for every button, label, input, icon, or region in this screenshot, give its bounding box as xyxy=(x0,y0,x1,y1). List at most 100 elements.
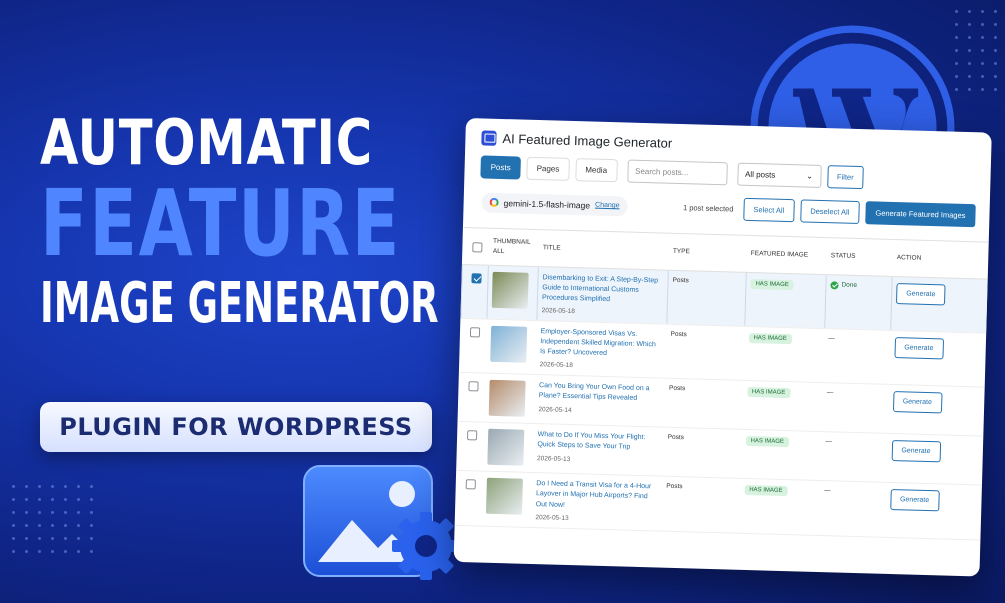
headline: AUTOMATIC FEATURE IMAGE GENERATOR xyxy=(40,112,440,332)
column-type: TYPE xyxy=(668,233,748,272)
post-title-link[interactable]: What to Do If You Miss Your Flight: Quic… xyxy=(537,430,660,454)
post-thumbnail xyxy=(488,380,526,418)
decorative-dot xyxy=(25,537,28,540)
decorative-dot xyxy=(968,23,971,26)
post-title-link[interactable]: Disembarking to Exit: A Step-By-Step Gui… xyxy=(542,273,664,307)
post-date: 2026-05-18 xyxy=(541,307,575,316)
post-title-link[interactable]: Employer-Sponsored Visas Vs. Independent… xyxy=(540,327,663,361)
select-all-button[interactable]: Select All xyxy=(743,197,795,223)
column-thumbnail: THUMBNAIL xyxy=(492,237,531,246)
decorative-dot xyxy=(77,498,80,501)
column-all: ALL xyxy=(492,247,505,255)
model-chip: gemini-1.5-flash-image Change xyxy=(481,191,628,217)
status-text: — xyxy=(828,335,836,343)
headline-line-2: FEATURE xyxy=(40,170,401,277)
post-title-link[interactable]: Do I Need a Transit Visa for a 4-Hour La… xyxy=(536,479,659,513)
plugin-pill: PLUGIN FOR WORDPRESS xyxy=(40,402,432,452)
column-title: TITLE xyxy=(538,229,670,270)
plugin-title: AI Featured Image Generator xyxy=(502,131,673,151)
featured-image-badge: HAS IMAGE xyxy=(744,485,788,497)
decorative-dot xyxy=(12,498,15,501)
post-filter-select[interactable]: All posts ⌄ xyxy=(736,162,822,188)
decorative-dot xyxy=(968,49,971,52)
row-checkbox[interactable] xyxy=(469,327,480,338)
decorative-dot xyxy=(38,498,41,501)
tab-posts[interactable]: Posts xyxy=(480,155,521,180)
decorative-dot xyxy=(994,88,997,91)
post-thumbnail xyxy=(485,478,523,516)
decorative-dot xyxy=(981,62,984,65)
decorative-dot xyxy=(38,537,41,540)
row-checkbox[interactable] xyxy=(465,479,476,490)
change-model-link[interactable]: Change xyxy=(595,202,620,210)
post-date: 2026-05-13 xyxy=(535,513,569,522)
row-checkbox[interactable] xyxy=(467,381,479,392)
status-text: — xyxy=(825,438,833,446)
decorative-dot xyxy=(77,511,80,514)
decorative-dot xyxy=(90,550,93,553)
decorative-dot xyxy=(38,485,41,488)
post-type: Posts xyxy=(666,483,683,491)
image-gear-icon xyxy=(303,465,460,580)
generate-button[interactable]: Generate xyxy=(891,440,941,463)
generate-button[interactable]: Generate xyxy=(892,391,943,414)
decorative-dot xyxy=(994,49,997,52)
chevron-down-icon: ⌄ xyxy=(806,171,814,181)
decorative-dot xyxy=(994,36,997,39)
decorative-dot xyxy=(90,537,93,540)
generate-button[interactable]: Generate xyxy=(889,489,940,512)
generate-featured-images-button[interactable]: Generate Featured Images xyxy=(865,201,976,228)
decorative-dot xyxy=(38,524,41,527)
featured-image-badge: HAS IMAGE xyxy=(746,387,791,399)
google-gemini-icon xyxy=(489,197,499,207)
decorative-dot xyxy=(981,88,984,91)
decorative-dot xyxy=(12,524,15,527)
post-filter-value: All posts xyxy=(744,169,776,180)
post-type: Posts xyxy=(672,276,689,284)
decorative-dot xyxy=(981,23,984,26)
decorative-dot xyxy=(64,537,67,540)
decorative-dot xyxy=(981,49,984,52)
decorative-dot xyxy=(12,511,15,514)
decorative-dot xyxy=(994,10,997,13)
post-type: Posts xyxy=(670,330,687,339)
post-thumbnail xyxy=(489,325,527,363)
decorative-dots-top-right xyxy=(955,10,997,91)
decorative-dot xyxy=(955,49,958,52)
select-all-checkbox[interactable] xyxy=(471,241,483,253)
status-text: Done xyxy=(841,281,858,289)
decorative-dot xyxy=(968,88,971,91)
filter-button[interactable]: Filter xyxy=(826,165,864,190)
model-name: gemini-1.5-flash-image xyxy=(503,197,591,210)
decorative-dot xyxy=(64,498,67,501)
decorative-dot xyxy=(64,550,67,553)
tab-media[interactable]: Media xyxy=(574,158,618,183)
row-checkbox[interactable] xyxy=(466,430,477,441)
decorative-dot xyxy=(968,75,971,78)
check-circle-icon xyxy=(830,280,839,289)
decorative-dot xyxy=(51,537,54,540)
decorative-dot xyxy=(981,36,984,39)
decorative-dot xyxy=(994,23,997,26)
tab-pages[interactable]: Pages xyxy=(526,156,570,181)
decorative-dot xyxy=(25,498,28,501)
status-text: — xyxy=(824,487,831,495)
decorative-dot xyxy=(64,485,67,488)
decorative-dot xyxy=(25,524,28,527)
decorative-dot xyxy=(51,485,54,488)
search-input[interactable]: Search posts... xyxy=(626,159,728,186)
row-checkbox[interactable] xyxy=(471,272,482,283)
decorative-dot xyxy=(968,10,971,13)
generate-button[interactable]: Generate xyxy=(893,336,944,360)
decorative-dot xyxy=(64,511,67,514)
decorative-dot xyxy=(12,550,15,553)
decorative-dot xyxy=(981,75,984,78)
post-thumbnail xyxy=(491,271,529,309)
decorative-dot xyxy=(77,550,80,553)
featured-image-badge: HAS IMAGE xyxy=(745,436,790,448)
deselect-all-button[interactable]: Deselect All xyxy=(799,199,860,225)
generate-button[interactable]: Generate xyxy=(895,282,946,305)
decorative-dot xyxy=(64,524,67,527)
decorative-dot xyxy=(968,62,971,65)
post-title-link[interactable]: Can You Bring Your Own Food on a Plane? … xyxy=(539,381,662,405)
